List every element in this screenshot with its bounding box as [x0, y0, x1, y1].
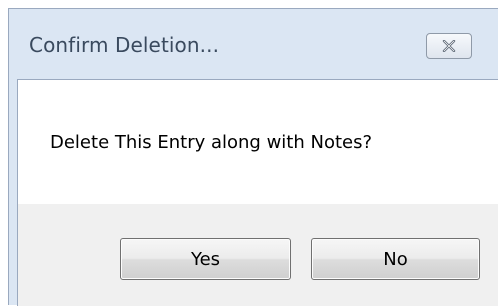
- yes-button[interactable]: Yes: [120, 238, 291, 280]
- close-button[interactable]: [426, 33, 472, 59]
- button-area: Yes No: [18, 204, 498, 306]
- no-button[interactable]: No: [311, 238, 480, 280]
- message-area: Delete This Entry along with Notes?: [18, 80, 498, 204]
- close-icon: [442, 40, 456, 52]
- dialog-title: Confirm Deletion...: [29, 33, 220, 57]
- title-bar[interactable]: Confirm Deletion...: [9, 9, 498, 79]
- dialog-message: Delete This Entry along with Notes?: [50, 132, 373, 153]
- confirm-deletion-dialog: Confirm Deletion... Delete This Entry al…: [8, 8, 498, 306]
- dialog-client-area: Delete This Entry along with Notes? Yes …: [17, 79, 498, 306]
